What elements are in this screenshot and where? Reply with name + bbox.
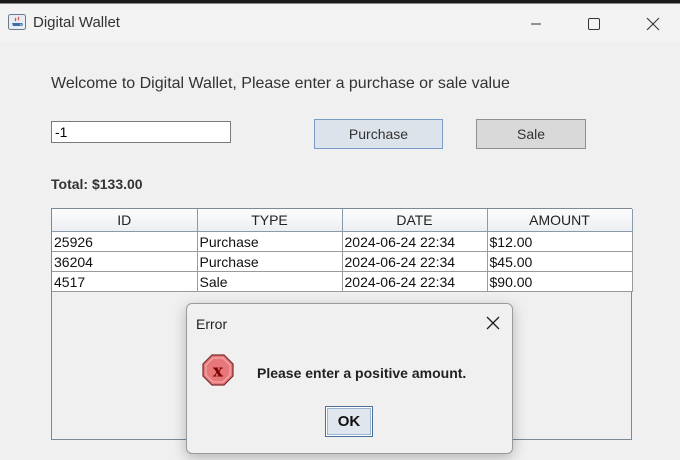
table-row[interactable]: 4517 Sale 2024-06-24 22:34 $90.00 — [52, 271, 633, 292]
close-icon — [486, 316, 500, 330]
cell-date: 2024-06-24 22:34 — [342, 251, 488, 272]
amount-input[interactable] — [51, 121, 231, 143]
close-icon — [646, 17, 660, 31]
dialog-title: Error — [196, 316, 228, 332]
table-header-row: ID TYPE DATE AMOUNT — [52, 209, 633, 232]
app-window: Digital Wallet Welcome to Digital Wallet… — [0, 3, 680, 460]
cell-amount: $45.00 — [487, 251, 633, 272]
table-row[interactable]: 36204 Purchase 2024-06-24 22:34 $45.00 — [52, 251, 633, 272]
cell-amount: $90.00 — [487, 271, 633, 292]
sale-button[interactable]: Sale — [476, 119, 586, 149]
column-header-type[interactable]: TYPE — [197, 209, 343, 232]
dialog-close-button[interactable] — [484, 314, 502, 332]
error-dialog: Error x Please enter a positive amount. … — [186, 303, 513, 454]
svg-text:x: x — [213, 362, 224, 382]
cell-id: 25926 — [52, 231, 198, 252]
cell-type: Sale — [197, 271, 343, 292]
ok-button[interactable]: OK — [325, 406, 373, 437]
table-row[interactable]: 25926 Purchase 2024-06-24 22:34 $12.00 — [52, 231, 633, 252]
cell-type: Purchase — [197, 231, 343, 252]
total-label: Total: $133.00 — [51, 176, 143, 192]
cell-type: Purchase — [197, 251, 343, 272]
dialog-message: Please enter a positive amount. — [257, 365, 467, 381]
window-title: Digital Wallet — [33, 14, 120, 31]
maximize-button[interactable] — [571, 10, 617, 38]
cell-id: 4517 — [52, 271, 198, 292]
cell-amount: $12.00 — [487, 231, 633, 252]
maximize-icon — [588, 18, 600, 30]
column-header-amount[interactable]: AMOUNT — [487, 209, 633, 232]
welcome-message: Welcome to Digital Wallet, Please enter … — [51, 75, 510, 92]
error-icon: x — [201, 353, 235, 387]
title-bar: Digital Wallet — [0, 4, 680, 42]
minimize-button[interactable] — [513, 10, 559, 38]
minimize-icon — [531, 23, 541, 25]
column-header-id[interactable]: ID — [52, 209, 198, 232]
cell-id: 36204 — [52, 251, 198, 272]
purchase-button[interactable]: Purchase — [314, 119, 443, 149]
java-app-icon — [8, 14, 26, 30]
cell-date: 2024-06-24 22:34 — [342, 271, 488, 292]
close-window-button[interactable] — [630, 10, 676, 38]
column-header-date[interactable]: DATE — [342, 209, 488, 232]
cell-date: 2024-06-24 22:34 — [342, 231, 488, 252]
